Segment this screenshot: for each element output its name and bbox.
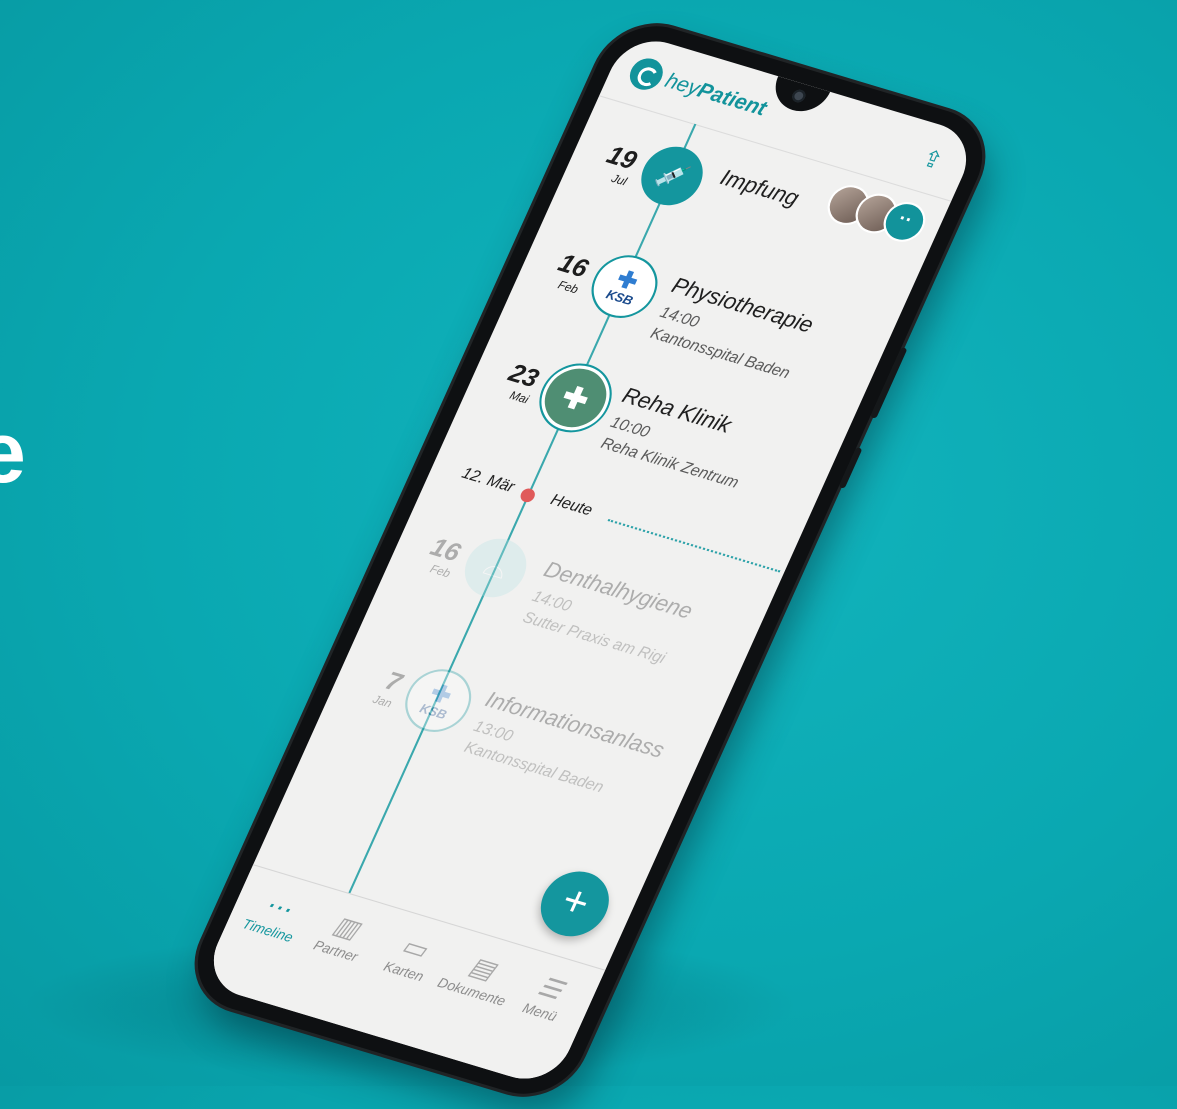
app-name-main: Patient bbox=[693, 78, 771, 121]
tooth-icon: ⌓ bbox=[455, 531, 537, 605]
syringe-icon: 💉 bbox=[631, 139, 713, 213]
app-name: heyPatient bbox=[661, 69, 771, 122]
background-headline-fragment: e bbox=[0, 405, 26, 501]
add-event-button[interactable]: + bbox=[529, 863, 620, 945]
phone-device: heyPatient ⇪ ·· 19 Jul 💉 Impfung 16 Feb … bbox=[179, 13, 1001, 1107]
event-date: 19 Jul bbox=[573, 136, 641, 189]
event-date: 16 Feb bbox=[525, 244, 593, 297]
event-date: 16 Feb bbox=[397, 528, 465, 581]
share-upload-icon[interactable]: ⇪ bbox=[914, 143, 952, 177]
app-screen: heyPatient ⇪ ·· 19 Jul 💉 Impfung 16 Feb … bbox=[199, 31, 981, 1089]
today-dot bbox=[518, 486, 538, 504]
plus-icon: + bbox=[554, 876, 598, 928]
event-date: 23 Mai bbox=[475, 354, 543, 407]
event-date: 7 Jan bbox=[338, 658, 407, 711]
ksb-hospital-logo-icon: ✚ KSB bbox=[394, 661, 482, 740]
ksb-hospital-logo-icon: ✚ KSB bbox=[581, 247, 668, 326]
medical-cross-icon: ✚ bbox=[530, 357, 621, 439]
today-label: Heute bbox=[547, 490, 596, 520]
event-info: Denthalhygiene 14:00 Sutter Praxis am Ri… bbox=[520, 557, 753, 686]
